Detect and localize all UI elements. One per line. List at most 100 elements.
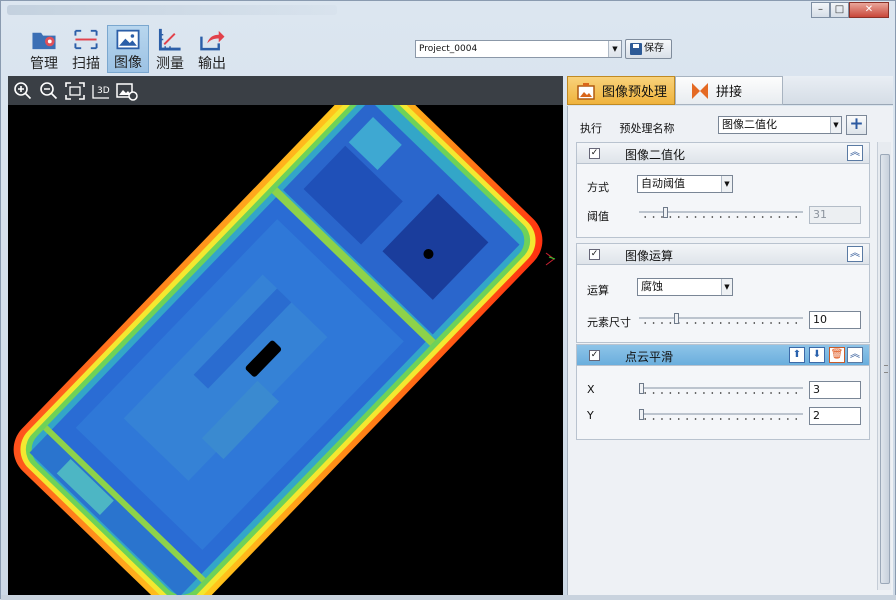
zoom-in-button[interactable]: [10, 78, 36, 104]
x-slider[interactable]: [639, 383, 803, 397]
image-icon: [116, 29, 140, 50]
move-up-icon[interactable]: ⬆: [789, 347, 805, 363]
toolbar-label: 图像: [114, 55, 142, 71]
section-header: ✓ 图像二值化 ︽: [577, 143, 869, 164]
slider-knob[interactable]: [639, 383, 644, 394]
slider-knob[interactable]: [662, 207, 668, 218]
collapse-up-icon[interactable]: ︽: [847, 145, 863, 161]
toolbar-scan-button[interactable]: 扫描: [65, 25, 107, 73]
method-select-value: 自动阈值: [641, 177, 685, 190]
close-button[interactable]: ✕: [849, 2, 889, 18]
preprocess-panel: 执行 预处理名称 图像二值化 ▼ + ✓ 图像二值化 ︽ 方式 自动阈值 ▼ 阈…: [567, 106, 893, 595]
method-select[interactable]: 自动阈值 ▼: [637, 175, 733, 193]
section-enable-checkbox[interactable]: ✓: [589, 249, 600, 260]
save-disk-icon: [630, 43, 642, 55]
minimize-button[interactable]: –: [811, 2, 830, 18]
element-size-field[interactable]: 10: [809, 311, 861, 329]
3d-view-icon: 3D: [92, 84, 110, 99]
slider-ticks: [641, 322, 801, 324]
toolbar-manage-button[interactable]: 管理: [23, 25, 65, 73]
toolbar-label: 扫描: [72, 56, 100, 72]
add-preprocess-button[interactable]: +: [846, 115, 867, 135]
element-size-value: 10: [813, 313, 827, 326]
y-slider[interactable]: [639, 409, 803, 423]
zoom-out-button[interactable]: [36, 78, 62, 104]
zoom-in-icon: [14, 81, 32, 99]
viewer-toolbar: 3D: [8, 76, 563, 105]
collapse-up-icon[interactable]: ︽: [847, 347, 863, 363]
chevron-down-icon: ▼: [608, 41, 621, 57]
project-select-value: Project_0004: [419, 44, 478, 54]
chevron-down-icon: ▼: [721, 176, 732, 192]
window-title-blurred: [7, 5, 337, 15]
section-title: 图像二值化: [625, 148, 686, 162]
main-toolbar: 管理 扫描 图像 测量 输出: [23, 25, 233, 73]
point-cloud-viewport[interactable]: [8, 105, 563, 595]
y-label: Y: [587, 409, 594, 422]
3d-view-button[interactable]: 3D: [88, 78, 114, 104]
move-down-icon[interactable]: ⬇: [809, 347, 825, 363]
x-value-field[interactable]: 3: [809, 381, 861, 399]
toolbar-export-button[interactable]: 输出: [191, 25, 233, 73]
threshold-value-field: 31: [809, 206, 861, 224]
delete-icon[interactable]: 🗑: [829, 347, 845, 363]
maximize-button[interactable]: □: [830, 2, 849, 18]
threshold-slider[interactable]: [639, 207, 803, 221]
section-binarize: ✓ 图像二值化 ︽ 方式 自动阈值 ▼ 阈值 31: [576, 142, 870, 238]
export-icon: [200, 30, 225, 51]
status-bar: [1, 595, 896, 600]
preprocess-name-label: 预处理名称: [619, 122, 675, 135]
slider-knob[interactable]: [673, 313, 679, 324]
toolbar-label: 管理: [30, 56, 58, 72]
preprocess-select[interactable]: 图像二值化 ▼: [718, 116, 842, 134]
stitch-icon: [692, 82, 708, 99]
save-button[interactable]: 保存: [625, 39, 672, 59]
scrollbar-grip: [884, 365, 888, 373]
project-select[interactable]: Project_0004 ▼: [415, 40, 622, 58]
preprocess-select-value: 图像二值化: [722, 118, 777, 131]
toolbar-measure-button[interactable]: 测量: [149, 25, 191, 73]
app-window: – □ ✕ 管理 扫描 图像 测量 输出 Project_0004 ▼ 保存 3…: [0, 0, 896, 600]
section-enable-checkbox[interactable]: ✓: [589, 148, 600, 159]
scrollbar-thumb[interactable]: [880, 154, 890, 584]
operation-select[interactable]: 腐蚀 ▼: [637, 278, 733, 296]
panel-tab-bar: 图像预处理 拼接: [567, 76, 893, 105]
gear-folder-icon: [32, 32, 56, 50]
threshold-value: 31: [813, 208, 827, 221]
section-image-operation: ✓ 图像运算 ︽ 运算 腐蚀 ▼ 元素尺寸 10: [576, 243, 870, 343]
image-refresh-button[interactable]: [114, 78, 140, 104]
section-title: 图像运算: [625, 249, 674, 263]
image-process-icon: [577, 82, 595, 100]
section-header: ✓ 点云平滑 ⬆ ⬇ 🗑 ︽: [577, 345, 869, 366]
x-label: X: [587, 383, 595, 396]
tab-stitch[interactable]: 拼接: [675, 76, 783, 105]
toolbar-label: 测量: [156, 56, 184, 72]
tab-image-preprocess[interactable]: 图像预处理: [567, 76, 675, 105]
section-point-cloud-smooth: ✓ 点云平滑 ⬆ ⬇ 🗑 ︽ X 3 Y 2: [576, 344, 870, 440]
fit-view-button[interactable]: [62, 78, 88, 104]
operation-label: 运算: [587, 284, 609, 297]
scan-icon: [74, 29, 98, 50]
element-size-slider[interactable]: [639, 313, 803, 327]
image-refresh-icon: [116, 82, 138, 101]
element-size-label: 元素尺寸: [587, 316, 631, 329]
x-value: 3: [813, 383, 820, 396]
ruler-icon: [158, 28, 181, 51]
slider-ticks: [641, 392, 801, 394]
slider-track: [639, 317, 803, 319]
section-enable-checkbox[interactable]: ✓: [589, 350, 600, 361]
tab-label: 图像预处理: [602, 85, 668, 100]
toolbar-image-button[interactable]: 图像: [107, 25, 149, 73]
y-value: 2: [813, 409, 820, 422]
fit-view-icon: [65, 81, 85, 100]
y-value-field[interactable]: 2: [809, 407, 861, 425]
operation-select-value: 腐蚀: [641, 280, 663, 293]
collapse-up-icon[interactable]: ︽: [847, 246, 863, 262]
slider-knob[interactable]: [639, 409, 644, 420]
toolbar-label: 输出: [198, 56, 226, 72]
panel-scrollbar[interactable]: [877, 142, 891, 590]
tab-label: 拼接: [716, 85, 743, 100]
window-controls: – □ ✕: [811, 2, 889, 18]
slider-ticks: [641, 418, 801, 420]
threshold-label: 阈值: [587, 210, 609, 223]
